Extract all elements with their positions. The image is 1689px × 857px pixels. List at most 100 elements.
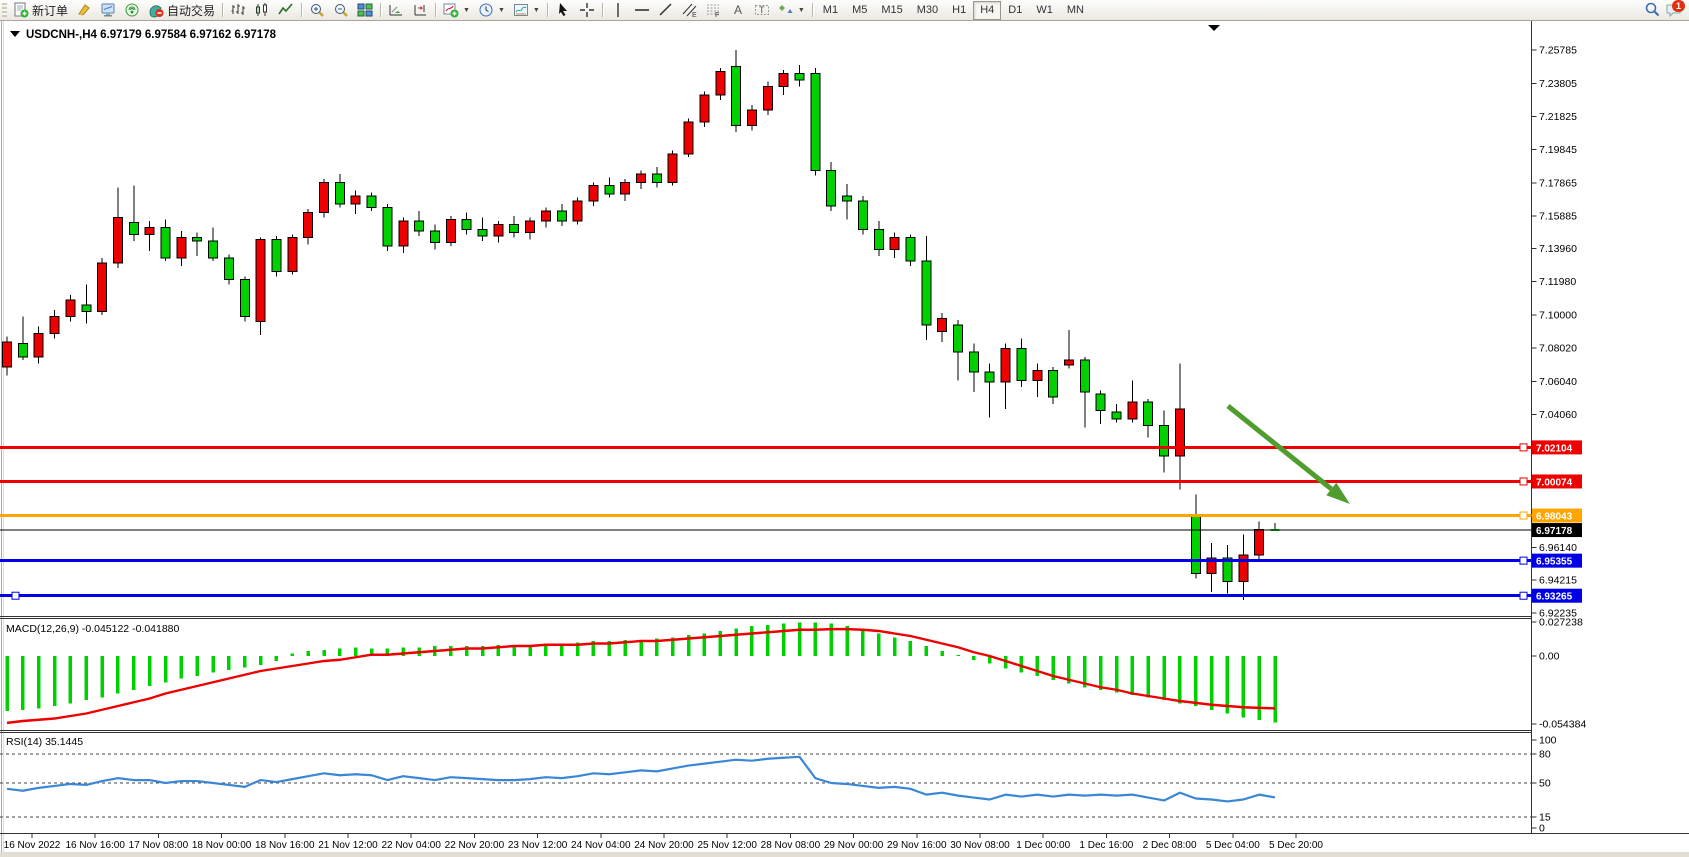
chart-shift-button[interactable] xyxy=(408,1,432,20)
zoom-in-icon xyxy=(309,2,325,18)
indicators-icon xyxy=(443,2,459,18)
time-label: 17 Nov 08:00 xyxy=(129,840,189,851)
svg-text:T: T xyxy=(759,5,765,15)
time-label: 5 Dec 20:00 xyxy=(1269,840,1323,851)
timeframe-button-m1[interactable]: M1 xyxy=(816,1,845,20)
current-price-label: 6.97178 xyxy=(1536,526,1573,537)
rsi-tick-label: 0 xyxy=(1539,823,1545,835)
time-label: 2 Dec 08:00 xyxy=(1143,840,1197,851)
news-sound-button[interactable] xyxy=(120,1,144,20)
bar-chart-button[interactable] xyxy=(226,1,250,20)
line-handle[interactable] xyxy=(1520,478,1527,485)
time-label: 5 Dec 04:00 xyxy=(1206,840,1260,851)
vline-icon xyxy=(610,2,626,18)
rsi-tick-label: 50 xyxy=(1539,778,1551,790)
time-label: 29 Nov 16:00 xyxy=(887,840,947,851)
time-label: 28 Nov 08:00 xyxy=(761,840,821,851)
line-chart-icon xyxy=(278,2,294,18)
channel-button[interactable]: E xyxy=(678,1,702,20)
time-label: 21 Nov 12:00 xyxy=(318,840,378,851)
timeframe-button-h4[interactable]: H4 xyxy=(973,1,1001,20)
timeframe-button-d1[interactable]: D1 xyxy=(1001,1,1029,20)
periods-button[interactable]: ▼ xyxy=(474,1,509,20)
price-badge-label: 6.93265 xyxy=(1536,592,1573,603)
auto-scroll-button[interactable] xyxy=(384,1,408,20)
template-icon xyxy=(513,2,529,18)
chevron-down-icon[interactable]: ▼ xyxy=(463,7,470,14)
hline-icon xyxy=(634,2,650,18)
toolbar-separator xyxy=(812,3,813,17)
timeframe-button-m15[interactable]: M15 xyxy=(874,1,909,20)
timeframe-button-w1[interactable]: W1 xyxy=(1029,1,1060,20)
time-label: 30 Nov 08:00 xyxy=(950,840,1010,851)
autotrade-icon xyxy=(148,2,164,18)
toolbar-grip[interactable] xyxy=(2,3,7,17)
time-label: 22 Nov 20:00 xyxy=(445,840,505,851)
toolbar-separator xyxy=(547,3,548,17)
time-label: 25 Nov 12:00 xyxy=(697,840,757,851)
symbol-title: USDCNH-,H4 6.97179 6.97584 6.97162 6.971… xyxy=(26,29,277,41)
text-button[interactable]: A xyxy=(726,1,750,20)
tile-windows-button[interactable] xyxy=(353,1,377,20)
timeframe-button-h1[interactable]: H1 xyxy=(945,1,973,20)
indicators-button[interactable]: ▼ xyxy=(439,1,474,20)
shapes-icon xyxy=(778,2,794,18)
trendline-icon xyxy=(658,2,674,18)
chevron-down-icon[interactable]: ▼ xyxy=(533,7,540,14)
crosshair-button[interactable] xyxy=(575,1,599,20)
autotrading-button[interactable]: 自动交易 xyxy=(144,1,219,20)
shapes-button[interactable]: ▼ xyxy=(774,1,809,20)
bottom-scrollbar[interactable] xyxy=(0,852,1689,857)
bar-chart-icon xyxy=(230,2,246,18)
text-label-button[interactable]: T xyxy=(750,1,774,20)
text-a-icon: A xyxy=(730,2,746,18)
line-chart-button[interactable] xyxy=(274,1,298,20)
trendline-button[interactable] xyxy=(654,1,678,20)
time-label: 18 Nov 00:00 xyxy=(192,840,252,851)
zoom-in-button[interactable] xyxy=(305,1,329,20)
highlighter-button[interactable] xyxy=(72,1,96,20)
highlighter-icon xyxy=(76,2,92,18)
timeframe-button-mn[interactable]: MN xyxy=(1060,1,1091,20)
time-label: 1 Dec 16:00 xyxy=(1079,840,1133,851)
price-tick-label: 7.15885 xyxy=(1539,211,1577,223)
timeframe-button-m5[interactable]: M5 xyxy=(845,1,874,20)
chevron-down-icon[interactable]: ▼ xyxy=(798,7,805,14)
fibonacci-button[interactable]: F xyxy=(702,1,726,20)
chart-area[interactable]: 7.257857.238057.218257.198457.178657.158… xyxy=(0,0,1689,857)
price-badge-label: 7.02104 xyxy=(1536,443,1573,454)
templates-button[interactable]: ▼ xyxy=(509,1,544,20)
line-handle[interactable] xyxy=(12,592,19,599)
search-icon[interactable] xyxy=(1644,1,1660,20)
price-tick-label: 7.08020 xyxy=(1539,343,1577,355)
line-handle[interactable] xyxy=(1520,592,1527,599)
new-order-button[interactable]: 新订单 xyxy=(9,1,72,20)
notifications-icon[interactable]: 1 xyxy=(1666,3,1683,18)
price-tick-label: 7.10000 xyxy=(1539,309,1577,321)
line-handle[interactable] xyxy=(1520,557,1527,564)
toolbar-separator xyxy=(380,3,381,17)
notification-count: 1 xyxy=(1672,0,1685,12)
candle-chart-button[interactable] xyxy=(250,1,274,20)
price-tick-label: 7.06040 xyxy=(1539,376,1577,388)
line-handle[interactable] xyxy=(1520,444,1527,451)
toolbar-separator xyxy=(435,3,436,17)
rsi-tick-label: 100 xyxy=(1539,735,1557,747)
vertical-line-button[interactable] xyxy=(606,1,630,20)
zoom-out-button[interactable] xyxy=(329,1,353,20)
timeframe-button-m30[interactable]: M30 xyxy=(910,1,945,20)
line-handle[interactable] xyxy=(1520,512,1527,519)
crosshair-icon xyxy=(579,2,595,18)
chart-shift-icon xyxy=(412,2,428,18)
horizontal-line-button[interactable] xyxy=(630,1,654,20)
rsi-label: RSI(14) 35.1445 xyxy=(6,736,83,748)
rsi-tick-label: 80 xyxy=(1539,748,1551,760)
price-tick-label: 7.21825 xyxy=(1539,111,1577,123)
time-label: 24 Nov 04:00 xyxy=(571,840,631,851)
chevron-down-icon[interactable]: ▼ xyxy=(498,7,505,14)
toolbar-separator xyxy=(602,3,603,17)
toolbar-separator xyxy=(222,3,223,17)
market-watch-button[interactable] xyxy=(96,1,120,20)
cursor-button[interactable] xyxy=(551,1,575,20)
svg-text:E: E xyxy=(692,12,697,18)
